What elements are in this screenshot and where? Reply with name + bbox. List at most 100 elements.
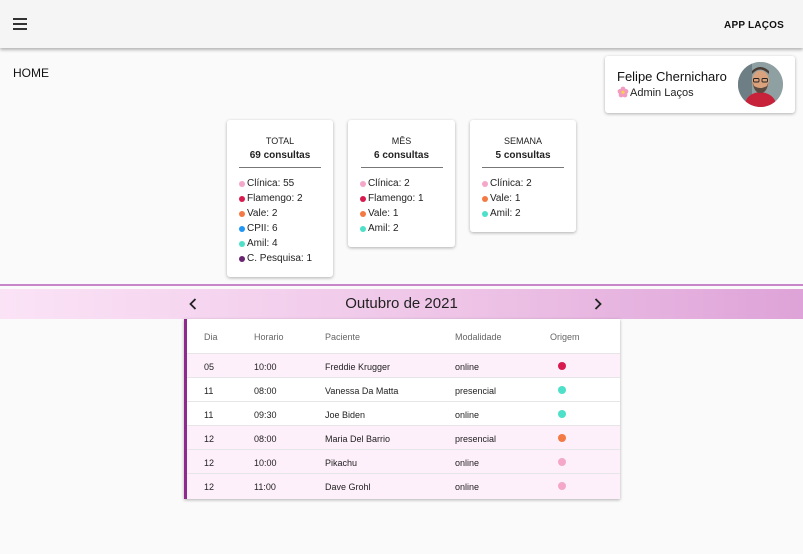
divider (239, 167, 321, 168)
list-item: Flamengo: 1 (360, 191, 455, 206)
column-header-dia[interactable]: Dia (204, 332, 218, 342)
stat-count: 69 consultas (249, 150, 311, 161)
list-item: Clínica: 2 (482, 176, 576, 191)
table-row[interactable]: 11 08:00 Vanessa Da Matta presencial (187, 378, 620, 402)
cell-horario: 10:00 (254, 362, 277, 372)
cell-horario: 08:00 (254, 434, 277, 444)
legend-dot-icon (239, 255, 245, 262)
stat-item-label: Clínica: 2 (368, 178, 410, 189)
stat-item-label: Flamengo: 1 (368, 193, 424, 204)
table-header: Dia Horario Paciente Modalidade Origem (187, 319, 620, 354)
menu-icon[interactable] (8, 12, 32, 36)
cell-paciente: Maria Del Barrio (325, 434, 391, 444)
stat-item-label: Amil: 2 (368, 223, 399, 234)
stat-item-label: Amil: 2 (490, 208, 521, 219)
avatar[interactable] (738, 62, 783, 107)
stat-count: 6 consultas (373, 150, 430, 161)
column-header-paciente[interactable]: Paciente (325, 332, 360, 342)
legend-dot-icon (360, 180, 366, 187)
cell-dia: 05 (204, 362, 215, 372)
page-title: HOME (13, 66, 49, 80)
cell-dia: 12 (204, 482, 215, 492)
cell-modalidade: online (455, 458, 480, 468)
column-header-origem[interactable]: Origem (550, 332, 580, 342)
stat-period: MÊS (391, 136, 412, 146)
list-item: Clínica: 55 (239, 176, 333, 191)
top-app-bar: APP LAÇOS (0, 0, 803, 48)
chevron-left-icon[interactable] (183, 294, 203, 314)
appointments-table: Dia Horario Paciente Modalidade Origem 0… (184, 319, 620, 499)
cell-horario: 09:30 (254, 410, 277, 420)
origin-dot-icon (558, 434, 566, 442)
legend-dot-icon (360, 210, 366, 217)
stat-item-label: C. Pesquisa: 1 (247, 253, 313, 264)
stat-card-month: MÊS 6 consultas Clínica: 2 Flamengo: 1 V… (348, 120, 455, 247)
cell-dia: 12 (204, 458, 215, 468)
flower-icon (617, 86, 629, 98)
cell-horario: 10:00 (254, 458, 277, 468)
divider (482, 167, 564, 168)
stat-list: Clínica: 2 Vale: 1 Amil: 2 (470, 176, 576, 221)
list-item: Amil: 2 (360, 221, 455, 236)
stat-item-label: CPII: 6 (247, 223, 278, 234)
table-row[interactable]: 05 10:00 Freddie Krugger online (187, 354, 620, 378)
stat-card-week: SEMANA 5 consultas Clínica: 2 Vale: 1 Am… (470, 120, 576, 232)
profile-name: Felipe Chernicharo (617, 69, 727, 84)
table-row[interactable]: 12 10:00 Pikachu online (187, 450, 620, 474)
profile-role: Admin Laços (617, 86, 694, 99)
stat-period: TOTAL (265, 136, 295, 146)
stat-item-label: Flamengo: 2 (247, 193, 303, 204)
origin-dot-icon (558, 458, 566, 466)
column-header-horario[interactable]: Horario (254, 332, 284, 342)
app-title[interactable]: APP LAÇOS (724, 20, 784, 31)
cell-modalidade: presencial (455, 434, 497, 444)
cell-paciente: Pikachu (325, 458, 358, 468)
profile-card[interactable]: Felipe Chernicharo Admin Laços (605, 56, 795, 113)
month-navigator: Outubro de 2021 (0, 289, 803, 319)
origin-dot-icon (558, 386, 566, 394)
legend-dot-icon (239, 225, 245, 232)
legend-dot-icon (482, 180, 488, 187)
stat-card-total: TOTAL 69 consultas Clínica: 55 Flamengo:… (227, 120, 333, 277)
list-item: Amil: 2 (482, 206, 576, 221)
cell-dia: 12 (204, 434, 215, 444)
stat-item-label: Amil: 4 (247, 238, 278, 249)
cell-paciente: Freddie Krugger (325, 362, 391, 372)
month-label: Outubro de 2021 (345, 295, 458, 312)
list-item: Flamengo: 2 (239, 191, 333, 206)
list-item: Vale: 2 (239, 206, 333, 221)
cell-horario: 08:00 (254, 386, 277, 396)
cell-paciente: Vanessa Da Matta (325, 386, 399, 396)
stat-count: 5 consultas (495, 150, 551, 161)
legend-dot-icon (482, 195, 488, 202)
cell-horario: 11:00 (254, 482, 276, 492)
legend-dot-icon (239, 210, 245, 217)
cell-dia: 11 (204, 386, 214, 396)
section-divider (0, 284, 803, 286)
cell-paciente: Joe Biden (325, 410, 366, 420)
list-item: Amil: 4 (239, 236, 333, 251)
origin-dot-icon (558, 362, 566, 370)
stat-list: Clínica: 55 Flamengo: 2 Vale: 2 CPII: 6 … (227, 176, 333, 266)
table-row[interactable]: 11 09:30 Joe Biden online (187, 402, 620, 426)
cell-modalidade: online (455, 482, 480, 492)
origin-dot-icon (558, 410, 566, 418)
divider (360, 167, 443, 168)
table-row[interactable]: 12 08:00 Maria Del Barrio presencial (187, 426, 620, 450)
legend-dot-icon (239, 195, 245, 202)
cell-dia: 11 (204, 410, 214, 420)
legend-dot-icon (360, 195, 366, 202)
origin-dot-icon (558, 482, 566, 490)
cell-paciente: Dave Grohl (325, 482, 371, 492)
stat-item-label: Vale: 2 (247, 208, 278, 219)
stat-item-label: Clínica: 55 (247, 178, 295, 189)
cell-modalidade: online (455, 410, 480, 420)
chevron-right-icon[interactable] (588, 294, 608, 314)
table-row[interactable]: 12 11:00 Dave Grohl online (187, 474, 620, 499)
stat-item-label: Vale: 1 (368, 208, 399, 219)
profile-role-label: Admin Laços (630, 87, 694, 99)
column-header-modalidade[interactable]: Modalidade (455, 332, 502, 342)
list-item: Vale: 1 (482, 191, 576, 206)
stat-item-label: Vale: 1 (490, 193, 521, 204)
list-item: Vale: 1 (360, 206, 455, 221)
